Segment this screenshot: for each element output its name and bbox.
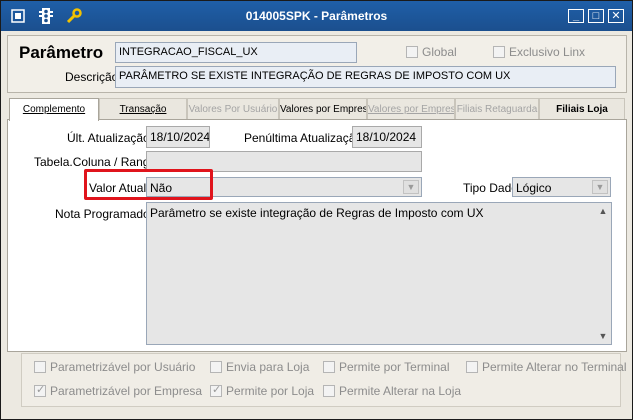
- scroll-up-icon[interactable]: ▲: [597, 205, 609, 217]
- exclusivo-linx-checkbox[interactable]: [493, 46, 505, 58]
- exclusivo-linx-label: Exclusivo Linx: [509, 45, 586, 59]
- permite-terminal-checkbox[interactable]: [323, 361, 335, 373]
- parametrizavel-empresa-checkbox[interactable]: [34, 383, 46, 397]
- tab-label: Complemento: [22, 104, 86, 115]
- scroll-down-icon[interactable]: ▼: [597, 330, 609, 342]
- envia-loja-label: Envia para Loja: [226, 360, 310, 374]
- tab-transacao[interactable]: Transação: [99, 98, 187, 120]
- nota-programador-value: Parâmetro se existe integração de Regras…: [150, 206, 484, 220]
- ult-atualizacao-field[interactable]: 18/10/2024: [146, 126, 210, 148]
- permite-terminal-label: Permite por Terminal: [339, 360, 450, 374]
- permite-alterar-loja-label: Permite Alterar na Loja: [339, 384, 462, 398]
- parametro-label: Parâmetro: [19, 43, 104, 62]
- nota-programador-textarea[interactable]: Parâmetro se existe integração de Regras…: [146, 202, 612, 345]
- nota-programador-label: Nota Programador: [55, 207, 154, 221]
- global-checkbox[interactable]: [406, 46, 418, 58]
- tab-filiais-loja[interactable]: Filiais Loja: [539, 98, 625, 120]
- envia-loja-checkbox[interactable]: [210, 361, 222, 373]
- maximize-button[interactable]: □: [588, 9, 604, 23]
- chevron-down-icon[interactable]: ▼: [592, 180, 608, 194]
- tab-label: Transação: [119, 104, 167, 115]
- penultima-label: Penúltima Atualização: [244, 131, 363, 145]
- tab-label: Valores por Empresa: [368, 104, 455, 115]
- parametrizavel-usuario-checkbox[interactable]: [34, 361, 46, 373]
- permite-alterar-terminal-label: Permite Alterar no Terminal: [482, 360, 627, 374]
- highlight-box: [84, 169, 213, 200]
- tab-valores-usuario[interactable]: Valores Por Usuário: [187, 98, 279, 120]
- tipo-dado-select[interactable]: Lógico ▼: [512, 177, 611, 197]
- tab-label: Valores Por Usuário: [188, 104, 278, 115]
- minimize-button[interactable]: _: [568, 9, 584, 23]
- permite-alterar-terminal-checkbox[interactable]: [466, 361, 478, 373]
- descricao-label: Descrição: [65, 70, 119, 84]
- tab-filiais-retaguarda[interactable]: Filiais Retaguarda: [455, 98, 539, 120]
- tab-valores-empresa[interactable]: Valores por Empresa: [279, 98, 367, 120]
- global-label: Global: [422, 45, 457, 59]
- chevron-down-icon[interactable]: ▼: [403, 180, 419, 194]
- tipo-dado-value: Lógico: [516, 181, 552, 195]
- permite-loja-checkbox[interactable]: [210, 383, 222, 397]
- descricao-field[interactable]: PARÂMETRO SE EXISTE INTEGRAÇÃO DE REGRAS…: [115, 66, 616, 88]
- window-title: 014005SPK - Parâmetros: [245, 9, 388, 23]
- close-button[interactable]: ✕: [608, 9, 624, 23]
- permite-alterar-loja-checkbox[interactable]: [323, 385, 335, 397]
- tabela-coluna-label: Tabela.Coluna / Range: [34, 155, 157, 169]
- parametro-field[interactable]: INTEGRACAO_FISCAL_UX: [115, 42, 357, 63]
- tab-label: Filiais Retaguarda: [456, 104, 538, 115]
- permite-loja-label: Permite por Loja: [226, 384, 315, 398]
- ult-atualizacao-label: Últ. Atualização: [67, 131, 150, 145]
- parametros-window: 014005SPK - Parâmetros _ □ ✕ Parâmetro I…: [0, 0, 633, 420]
- penultima-field[interactable]: 18/10/2024: [352, 126, 422, 148]
- parametrizavel-usuario-label: Parametrizável por Usuário: [50, 360, 196, 374]
- tab-label: Valores por Empresa: [280, 104, 367, 115]
- title-bar[interactable]: 014005SPK - Parâmetros _ □ ✕: [1, 1, 632, 31]
- tab-strip: Complemento Transação Valores Por Usuári…: [7, 98, 627, 121]
- tipo-dado-label: Tipo Dado: [463, 181, 518, 195]
- tab-valores-empresa-2[interactable]: Valores por Empresa: [367, 98, 455, 120]
- parametrizavel-empresa-label: Parametrizável por Empresa: [50, 384, 203, 398]
- tab-complemento[interactable]: Complemento: [9, 98, 99, 121]
- tab-label: Filiais Loja: [556, 104, 608, 115]
